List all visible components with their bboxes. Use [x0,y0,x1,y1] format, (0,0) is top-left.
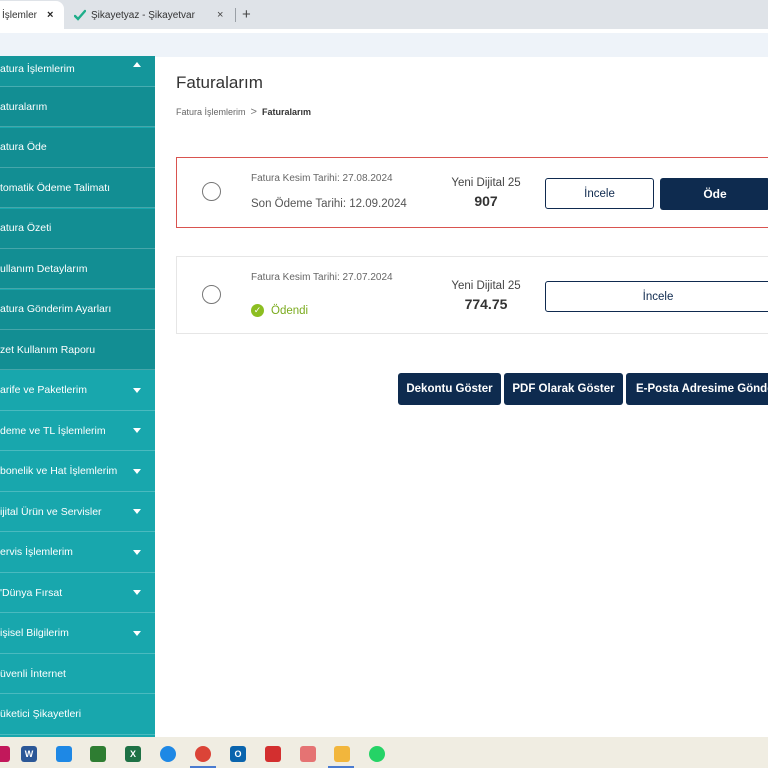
new-tab-button[interactable]: + [242,6,251,23]
paid-status: ✓ Ödendi [251,304,308,317]
sidebar-item-label: ullanım Detaylarım [0,262,88,275]
calendar-icon[interactable] [56,746,72,762]
invoice-card-paid[interactable]: Fatura Kesim Tarihi: 27.07.2024 ✓ Ödendi… [176,256,768,334]
sidebar-item[interactable]: ullanım Detaylarım [0,249,155,289]
invoice-radio[interactable] [202,285,221,304]
sikayetvar-favicon-icon [74,9,86,21]
whatsapp-icon[interactable] [369,746,385,762]
bookmark-bar [0,33,768,57]
sidebar-item[interactable]: ijital Ürün ve Servisler [0,492,155,532]
inspect-button[interactable]: İncele [545,281,768,312]
windows-taskbar: WXO [0,737,768,768]
sidebar-item[interactable]: atura Öde [0,127,155,168]
sidebar-item-label: üvenli İnternet [0,667,66,680]
sidebar-item-label: arife ve Paketlerim [0,384,87,396]
folder-icon[interactable] [334,746,350,762]
check-circle-icon: ✓ [251,304,264,317]
sidebar-item-label: atura Gönderim Ayarları [0,303,112,315]
browser-tab-active[interactable]: İşlemler × [0,1,64,29]
chevron-down-icon [133,590,141,595]
sidebar-section-fatura[interactable]: atura İşlemlerim [0,56,155,87]
invoice-amount: 774.75 [464,296,508,312]
sidebar-item[interactable]: atura Gönderim Ayarları [0,289,155,330]
invoice-issue-date: Fatura Kesim Tarihi: 27.07.2024 [251,272,393,283]
chevron-down-icon [133,428,141,433]
browser-tab-strip: İşlemler × Şikayetyaz - Şikayetvar × + [0,0,768,29]
pdf-icon[interactable] [265,746,281,762]
sidebar-item[interactable]: atura Özeti [0,208,155,249]
sidebar-item[interactable]: bonelik ve Hat İşlemlerim [0,452,155,492]
chrome-icon[interactable] [195,746,211,762]
sidebar-item[interactable]: aturalarım [0,87,155,127]
sidebar-item-label: ijital Ürün ve Servisler [0,505,102,518]
outlook-icon[interactable]: O [230,746,246,762]
invoice-due-date: Son Ödeme Tarihi: 12.09.2024 [251,198,407,210]
sidebar-section-label: atura İşlemlerim [0,63,75,75]
sidebar-item[interactable]: deme ve TL İşlemlerim [0,411,155,451]
send-email-button[interactable]: E-Posta Adresime Gönder [626,373,768,405]
sidebar-item-label: atura Özeti [0,222,52,234]
show-receipt-button[interactable]: Dekontu Göster [398,373,501,405]
browser-tab-sikayetvar[interactable]: Şikayetyaz - Şikayetvar × [66,1,234,29]
sidebar-item-label: aturalarım [0,100,48,113]
invoice-radio[interactable] [202,182,221,201]
sidebar-item-label: 'Dünya Fırsat [0,586,63,599]
sidebar-item-label: zet Kullanım Raporu [0,343,96,356]
paid-status-label: Ödendi [271,304,309,317]
sidebar-item-label: işisel Bilgilerim [0,627,69,639]
chevron-down-icon [133,509,141,514]
sidebar-item[interactable]: 'Dünya Fırsat [0,573,155,613]
inspect-button[interactable]: İncele [545,178,654,209]
edge-icon[interactable] [160,746,176,762]
invoice-card-unpaid[interactable]: Fatura Kesim Tarihi: 27.08.2024 Son Ödem… [176,157,768,228]
word-icon[interactable]: W [21,746,37,762]
breadcrumb-chevron-icon: > [250,106,257,118]
sidebar-item-label: üketici Şikayetleri [0,708,82,720]
tab-divider [235,8,236,22]
breadcrumb-current: Faturalarım [261,107,311,117]
page-title: Faturalarım [176,73,263,92]
sidebar-item-label: bonelik ve Hat İşlemlerim [0,465,118,477]
sidebar-item[interactable]: arife ve Paketlerim [0,371,155,411]
sidebar-item[interactable]: üketici Şikayetleri [0,695,155,735]
sidebar-item-label: ervis İşlemlerim [0,546,73,558]
invoice-amount: 907 [474,193,498,209]
breadcrumb-parent[interactable]: Fatura İşlemlerim [176,107,246,117]
sidebar-item[interactable]: tomatik Ödeme Talimatı [0,168,155,208]
gem-icon[interactable] [0,746,10,762]
tab-close-icon[interactable]: × [217,9,223,21]
show-pdf-button[interactable]: PDF Olarak Göster [504,373,623,405]
sidebar-item-label: deme ve TL İşlemlerim [0,424,106,437]
sidebar-item-label: tomatik Ödeme Talimatı [0,181,111,194]
pay-button[interactable]: Öde [660,178,768,210]
chevron-down-icon [133,387,141,393]
chevron-down-icon [133,549,141,555]
breadcrumb: Fatura İşlemlerim > Faturalarım [176,106,311,118]
sidebar-item[interactable]: zet Kullanım Raporu [0,330,155,370]
paint-icon[interactable] [300,746,316,762]
tab-title: İşlemler [2,9,38,21]
chevron-down-icon [133,630,141,636]
sidebar-item[interactable]: işisel Bilgilerim [0,614,155,654]
diamond-icon[interactable] [90,746,106,762]
invoice-issue-date: Fatura Kesim Tarihi: 27.08.2024 [251,173,393,184]
excel-icon[interactable]: X [125,746,141,762]
sidebar: atura İşlemlerim aturalarım atura Öde toma… [0,56,155,737]
chevron-up-icon [133,62,141,67]
sidebar-item[interactable]: ervis İşlemlerim [0,533,155,573]
sidebar-item[interactable]: üvenli İnternet [0,654,155,694]
invoice-plan: Yeni Dijital 25 [451,177,521,189]
chevron-down-icon [133,468,141,474]
tab-close-icon[interactable]: × [47,9,53,21]
sidebar-item-label: atura Öde [0,141,47,153]
invoice-plan: Yeni Dijital 25 [451,280,521,292]
